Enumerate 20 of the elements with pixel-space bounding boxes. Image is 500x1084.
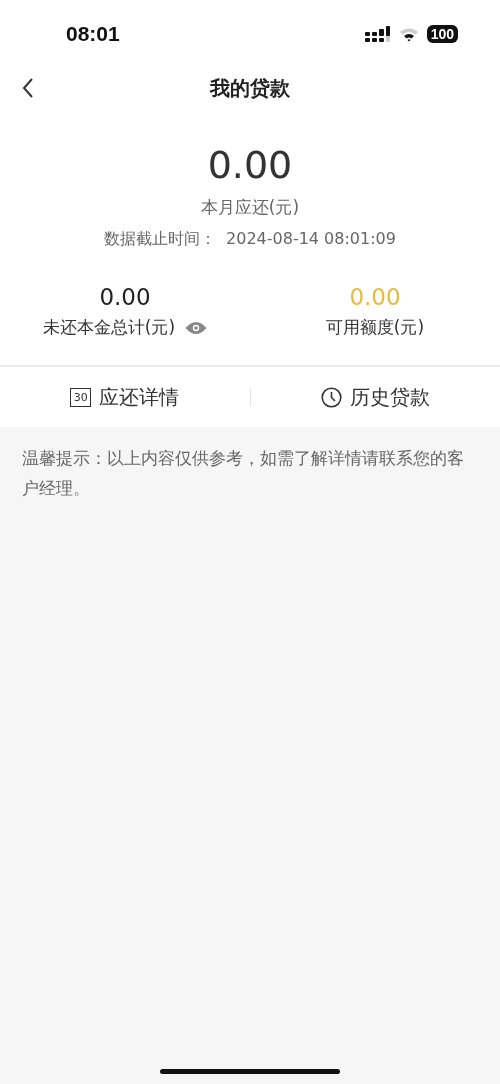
action-tab[interactable]: 30 应还详情 [0, 367, 250, 427]
action-tab[interactable]: 历史贷款 [250, 367, 500, 427]
stat-value: 0.00 [99, 284, 151, 310]
eye-icon[interactable] [185, 320, 208, 335]
notice-text: 温馨提示：以上内容仅供参考，如需了解详情请联系您的客户经理。 [21, 447, 465, 500]
monthly-due-amount: 0.00 [207, 142, 293, 188]
clock-icon [320, 386, 342, 408]
signal-icon [364, 26, 391, 42]
stat-label: 可用额度(元) [325, 316, 425, 339]
data-cutoff-time: 2024-08-14 08:01:09 [226, 229, 396, 250]
calendar-icon: 30 [70, 387, 92, 407]
page-title: 我的贷款 [210, 74, 290, 102]
monthly-due-label: 本月应还(元) [200, 196, 300, 219]
stat-label: 未还本金总计(元) [42, 316, 176, 339]
wifi-icon [398, 26, 419, 42]
battery-indicator: 100 [426, 25, 458, 43]
data-cutoff-label: 数据截止时间： [104, 229, 217, 250]
stat-value: 0.00 [349, 284, 401, 310]
status-time: 08:01 [66, 22, 120, 46]
back-icon[interactable] [22, 78, 34, 98]
